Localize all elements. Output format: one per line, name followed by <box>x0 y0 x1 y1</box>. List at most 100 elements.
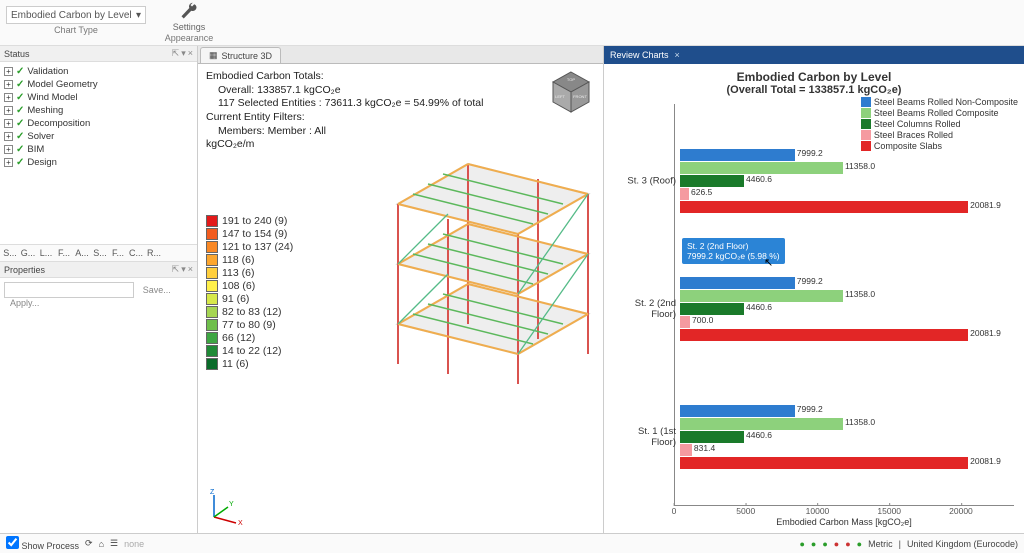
chart-bar[interactable]: 11358.0 <box>680 290 843 302</box>
chart-bar[interactable]: 626.5 <box>680 188 689 200</box>
expand-icon[interactable]: + <box>4 67 13 76</box>
check-icon: ✓ <box>16 118 24 129</box>
svg-text:LEFT: LEFT <box>555 94 565 99</box>
toolbar-button[interactable]: L... <box>38 246 54 260</box>
chart-bar[interactable]: 11358.0 <box>680 418 843 430</box>
chart-y-label: St. 1 (1st Floor) <box>616 426 676 448</box>
expand-icon[interactable]: + <box>4 93 13 102</box>
ribbon-group-appearance: Settings Appearance <box>164 2 214 43</box>
status-icon[interactable]: ⌂ <box>99 539 104 549</box>
properties-filter-input[interactable] <box>4 282 134 298</box>
settings-button[interactable]: Settings <box>164 2 214 32</box>
chart-bar[interactable]: 700.0 <box>680 316 690 328</box>
pin-icon[interactable]: ⇱ <box>172 264 180 275</box>
chart-bar[interactable]: 11358.0 <box>680 162 843 174</box>
tree-item[interactable]: +✓BIM <box>4 143 193 156</box>
chart-subtitle: (Overall Total = 133857.1 kgCO₂e) <box>610 84 1018 96</box>
chart-bar[interactable]: 20081.9 <box>680 329 968 341</box>
close-icon[interactable]: × <box>188 48 193 59</box>
chart-bar[interactable]: 831.4 <box>680 444 692 456</box>
chart-bar-row: 11358.0 <box>680 290 1008 302</box>
expand-icon[interactable]: + <box>4 80 13 89</box>
tree-item[interactable]: +✓Model Geometry <box>4 78 193 91</box>
tree-item[interactable]: +✓Meshing <box>4 104 193 117</box>
chart-bar-value: 11358.0 <box>845 161 875 171</box>
wrench-icon <box>180 2 198 20</box>
axis-x: Embodied Carbon Mass [kgCO₂e] 0500010000… <box>674 505 1014 525</box>
expand-icon[interactable]: + <box>4 145 13 154</box>
structure-icon: ▦ <box>209 50 218 61</box>
building-model <box>358 124 603 404</box>
units-label[interactable]: Metric <box>868 539 893 549</box>
review-charts-tab[interactable]: Review Charts× <box>604 46 1024 64</box>
status-tree[interactable]: +✓Validation+✓Model Geometry+✓Wind Model… <box>0 62 197 244</box>
tab-structure-3d[interactable]: ▦ Structure 3D <box>200 47 281 63</box>
chart-type-dropdown[interactable]: Embodied Carbon by Level▾ <box>6 6 146 24</box>
chart-bar[interactable]: 7999.2 <box>680 277 795 289</box>
legend-row: 118 (6) <box>206 254 293 266</box>
properties-panel-title: Properties <box>4 265 45 275</box>
chart-bar-row: 4460.6 <box>680 431 1008 443</box>
structure-3d-view[interactable]: Embodied Carbon Totals: Overall: 133857.… <box>198 64 603 533</box>
menu-icon[interactable]: ▾ <box>181 48 186 59</box>
chart-level-group: St. 3 (Roof)7999.211358.04460.6626.52008… <box>680 148 1008 214</box>
chart-bar-value: 11358.0 <box>845 417 875 427</box>
chart-bar[interactable]: 4460.6 <box>680 175 744 187</box>
expand-icon[interactable]: + <box>4 119 13 128</box>
chart-bar-value: 20081.9 <box>970 328 1001 338</box>
toolbar-button[interactable]: G... <box>20 246 36 260</box>
toolbar-button[interactable]: S... <box>2 246 18 260</box>
axes-triad: X Z Y <box>206 485 246 525</box>
chart-bar[interactable]: 7999.2 <box>680 149 795 161</box>
status-panel-title: Status <box>4 49 30 59</box>
chart-bar[interactable]: 4460.6 <box>680 303 744 315</box>
toolbar-button[interactable]: F... <box>56 246 72 260</box>
status-combo[interactable]: none <box>124 539 144 549</box>
legend-row: 66 (12) <box>206 332 293 344</box>
tree-item[interactable]: +✓Decomposition <box>4 117 193 130</box>
menu-icon[interactable]: ▾ <box>181 264 186 275</box>
legend-row: 82 to 83 (12) <box>206 306 293 318</box>
toolbar-button[interactable]: C... <box>128 246 144 260</box>
tree-item[interactable]: +✓Wind Model <box>4 91 193 104</box>
chart-bar-row: 20081.9 <box>680 201 1008 213</box>
region-label[interactable]: United Kingdom (Eurocode) <box>907 539 1018 549</box>
chart-bar-row: 4460.6 <box>680 303 1008 315</box>
status-icon[interactable]: ⟳ <box>85 538 93 549</box>
status-icon[interactable]: ☰ <box>110 538 118 549</box>
orientation-cube[interactable]: TOP LEFT FRONT <box>549 70 593 114</box>
review-charts-panel: Review Charts× Embodied Carbon by Level … <box>604 46 1024 533</box>
apply-button[interactable]: Apply... <box>10 298 39 308</box>
chart-bar[interactable]: 7999.2 <box>680 405 795 417</box>
tree-item[interactable]: +✓Design <box>4 156 193 169</box>
chart-body: St. 3 (Roof)7999.211358.04460.6626.52008… <box>610 100 1018 520</box>
chart-level-group: St. 2 (2nd Floor)7999.211358.04460.6700.… <box>680 276 1008 342</box>
toolbar-button[interactable]: A... <box>74 246 90 260</box>
expand-icon[interactable]: + <box>4 158 13 167</box>
center-panel: ▦ Structure 3D Embodied Carbon Totals: O… <box>198 46 604 533</box>
pin-icon[interactable]: ⇱ <box>172 48 180 59</box>
axis-x-label: Embodied Carbon Mass [kgCO₂e] <box>674 517 1014 527</box>
expand-icon[interactable]: + <box>4 132 13 141</box>
save-button[interactable]: Save... <box>143 285 171 295</box>
chart-bar-value: 7999.2 <box>797 148 823 158</box>
show-process-checkbox[interactable]: Show Process <box>6 536 79 551</box>
expand-icon[interactable]: + <box>4 106 13 115</box>
legend-row: 11 (6) <box>206 358 293 370</box>
ribbon-group-label-appearance: Appearance <box>165 32 214 43</box>
chart-bar[interactable]: 20081.9 <box>680 201 968 213</box>
tree-item[interactable]: +✓Solver <box>4 130 193 143</box>
axis-tick: 10000 <box>806 506 830 516</box>
svg-text:Z: Z <box>210 489 215 496</box>
chart-title: Embodied Carbon by Level <box>610 70 1018 84</box>
close-icon[interactable]: × <box>188 264 193 275</box>
chart-bar-value: 700.0 <box>692 315 713 325</box>
toolbar-button[interactable]: S... <box>92 246 108 260</box>
chart-bar[interactable]: 20081.9 <box>680 457 968 469</box>
chart-bar[interactable]: 4460.6 <box>680 431 744 443</box>
tree-item[interactable]: +✓Validation <box>4 65 193 78</box>
svg-text:TOP: TOP <box>567 77 575 82</box>
close-icon[interactable]: × <box>675 50 680 60</box>
toolbar-button[interactable]: F... <box>110 246 126 260</box>
toolbar-button[interactable]: R... <box>146 246 162 260</box>
